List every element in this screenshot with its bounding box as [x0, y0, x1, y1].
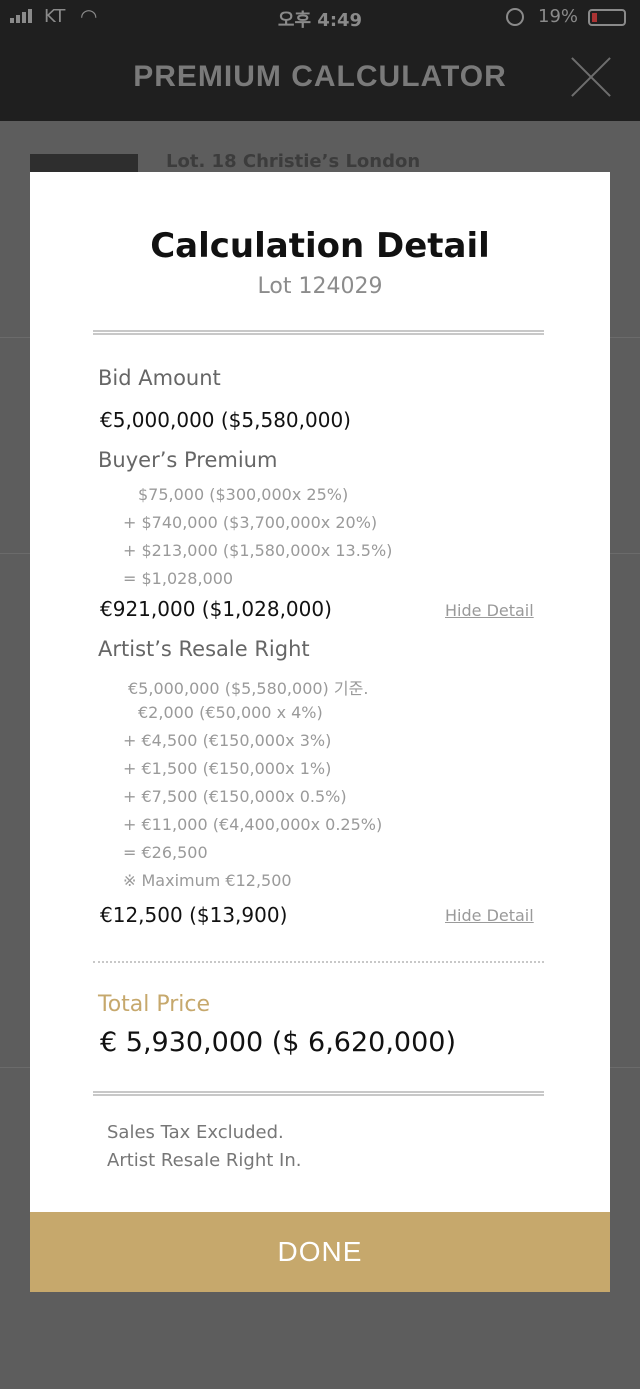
page-title: PREMIUM CALCULATOR	[133, 60, 507, 93]
resale-basis: €5,000,000 ($5,580,000) 기준.	[128, 679, 369, 698]
lot-title: Lot. 18 Christie’s London	[166, 151, 421, 172]
bid-amount-value: €5,000,000 ($5,580,000)	[100, 408, 351, 432]
rotation-lock-icon	[506, 8, 524, 26]
status-bar: KT ◠ 오후 4:49 19%	[0, 0, 640, 36]
resale-detail-line: + €11,000 (€4,400,000x 0.25%)	[123, 815, 383, 834]
dotted-divider	[93, 961, 544, 963]
note-resale-right: Artist Resale Right In.	[107, 1150, 302, 1171]
hide-premium-detail-link[interactable]: Hide Detail	[445, 601, 534, 620]
resale-right-value: €12,500 ($13,900)	[100, 903, 288, 927]
resale-detail-line: = €26,500	[123, 843, 208, 862]
double-divider	[93, 330, 544, 335]
calculation-detail-modal: Calculation Detail Lot 124029 Bid Amount…	[30, 172, 610, 1292]
total-price-value: € 5,930,000 ($ 6,620,000)	[100, 1027, 456, 1058]
battery-percent: 19%	[538, 6, 579, 27]
resale-detail-line: + €7,500 (€150,000x 0.5%)	[123, 787, 347, 806]
close-icon[interactable]	[568, 54, 614, 100]
premium-detail-line: + $213,000 ($1,580,000x 13.5%)	[123, 541, 393, 560]
premium-detail-line: $75,000 ($300,000x 25%)	[138, 485, 349, 504]
buyers-premium-value: €921,000 ($1,028,000)	[100, 597, 332, 621]
buyers-premium-label: Buyer’s Premium	[98, 448, 278, 472]
resale-detail-line: €2,000 (€50,000 x 4%)	[138, 703, 323, 722]
resale-detail-line: + €1,500 (€150,000x 1%)	[123, 759, 332, 778]
resale-maximum-note: ※ Maximum €12,500	[123, 871, 292, 890]
premium-detail-line: + $740,000 ($3,700,000x 20%)	[123, 513, 378, 532]
resale-detail-line: + €4,500 (€150,000x 3%)	[123, 731, 332, 750]
premium-detail-line: = $1,028,000	[123, 569, 234, 588]
app-header: PREMIUM CALCULATOR	[0, 36, 640, 121]
bid-amount-label: Bid Amount	[98, 366, 221, 390]
resale-right-label: Artist’s Resale Right	[98, 637, 310, 661]
modal-subtitle: Lot 124029	[257, 274, 383, 299]
hide-resale-detail-link[interactable]: Hide Detail	[445, 906, 534, 925]
total-price-label: Total Price	[98, 992, 211, 1017]
done-button[interactable]: DONE	[30, 1212, 610, 1292]
battery-icon	[588, 9, 626, 26]
modal-title: Calculation Detail	[150, 226, 490, 266]
note-sales-tax: Sales Tax Excluded.	[107, 1122, 284, 1143]
double-divider	[93, 1091, 544, 1096]
